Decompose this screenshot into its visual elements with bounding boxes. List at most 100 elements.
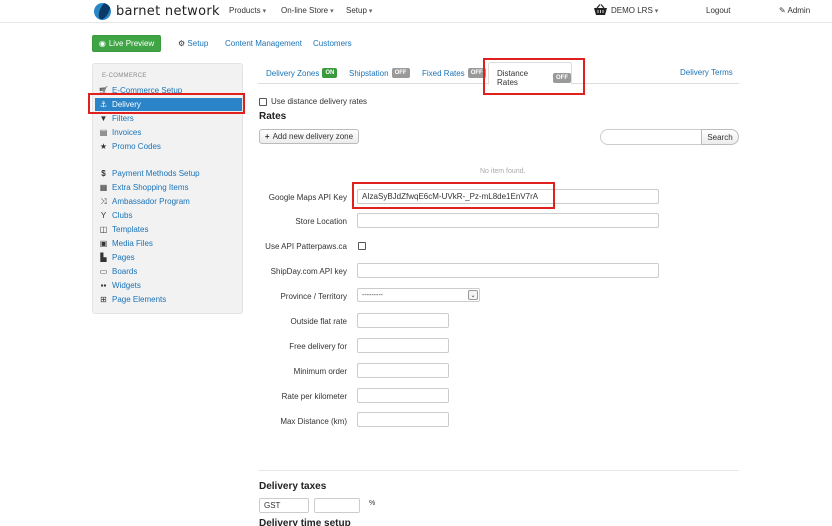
search-input[interactable] xyxy=(600,129,702,145)
sidebar-item-ambassador[interactable]: ⤨ Ambassador Program xyxy=(95,195,242,208)
dollar-icon: $ xyxy=(101,169,106,178)
sidebar-item-label: Promo Codes xyxy=(112,142,161,151)
chevron-down-icon: ⌄ xyxy=(468,290,478,300)
delivery-time-heading: Delivery time setup xyxy=(259,518,351,526)
shipday-api-key-field[interactable] xyxy=(357,263,659,278)
sidebar-item-label: Media Files xyxy=(112,239,153,248)
province-label: Province / Territory xyxy=(280,292,347,301)
tab-label: Delivery Zones xyxy=(266,68,320,78)
sidebar-item-templates[interactable]: ◫ Templates xyxy=(95,223,242,236)
sidebar-item-promo-codes[interactable]: ★ Promo Codes xyxy=(95,140,242,153)
star-icon: ★ xyxy=(99,142,108,151)
minimum-order-field[interactable] xyxy=(357,363,449,378)
sidebar-item-boards[interactable]: ▭ Boards xyxy=(95,265,242,278)
status-badge: ON xyxy=(322,68,338,78)
sidebar-item-label: Invoices xyxy=(112,128,142,137)
use-api-label: Use API Patterpaws.ca xyxy=(265,242,347,251)
sidebar-item-page-elements[interactable]: ⊞ Page Elements xyxy=(95,293,242,306)
outside-flat-rate-field[interactable] xyxy=(357,313,449,328)
sidebar-item-clubs[interactable]: Y Clubs xyxy=(95,209,242,222)
max-distance-label: Max Distance (km) xyxy=(280,417,347,426)
shuffle-icon: ⤨ xyxy=(100,196,107,206)
nav-products[interactable]: Products ▾ xyxy=(229,6,266,15)
store-selector[interactable]: DEMO LRS ▾ xyxy=(611,6,658,15)
nav-products-label: Products xyxy=(229,6,261,15)
rate-per-km-field[interactable] xyxy=(357,388,449,403)
admin-link[interactable]: ✎ Admin xyxy=(779,6,810,15)
rates-heading: Rates xyxy=(259,111,287,122)
empty-state: No item found. xyxy=(480,168,526,175)
divider xyxy=(258,470,739,471)
tax-rate-field[interactable] xyxy=(314,498,360,513)
highlight-distance-rates xyxy=(483,58,585,95)
use-distance-option: Use distance delivery rates xyxy=(259,97,367,106)
sidebar-item-label: Page Elements xyxy=(112,295,167,304)
admin-label: Admin xyxy=(787,6,811,15)
google-key-label: Google Maps API Key xyxy=(268,193,347,202)
tab-delivery-zones[interactable]: Delivery Zones ON xyxy=(266,68,338,78)
sidebar-item-label: Extra Shopping Items xyxy=(112,183,189,192)
sidebar-item-pages[interactable]: ▙ Pages xyxy=(95,251,242,264)
store-location-label: Store Location xyxy=(295,217,347,226)
sidebar-item-payment-methods[interactable]: $ Payment Methods Setup xyxy=(95,167,242,180)
rate-per-km-label: Rate per kilometer xyxy=(281,392,347,401)
tab-fixed-rates[interactable]: Fixed Rates OFF xyxy=(422,68,486,78)
sidebar-item-widgets[interactable]: ▪▪ Widgets xyxy=(95,279,242,292)
add-zone-label: Add new delivery zone xyxy=(272,132,354,141)
max-distance-field[interactable] xyxy=(357,412,449,427)
sidebar-item-label: Clubs xyxy=(112,211,133,220)
chevron-down-icon: ▾ xyxy=(330,8,334,15)
wrench-icon: ✎ xyxy=(779,6,786,15)
eye-icon: ◉ xyxy=(98,39,106,48)
sidebar-item-media-files[interactable]: ▣ Media Files xyxy=(95,237,242,250)
minimum-order-label: Minimum order xyxy=(293,367,347,376)
image-icon: ▣ xyxy=(99,239,108,248)
nav-online-store-label: On-line Store xyxy=(281,6,329,15)
use-api-checkbox[interactable] xyxy=(358,242,366,250)
glass-icon: Y xyxy=(100,211,107,220)
chevron-down-icon: ▾ xyxy=(262,8,267,15)
search-button[interactable]: Search xyxy=(701,129,739,145)
sidebar-item-invoices[interactable]: ▤ Invoices xyxy=(95,126,242,139)
content-management-link[interactable]: Content Management xyxy=(225,39,302,48)
tax-name-field[interactable]: GST xyxy=(259,498,309,513)
sidebar-item-label: Widgets xyxy=(112,281,141,290)
sidebar-item-label: Ambassador Program xyxy=(112,197,190,206)
brand-logo[interactable]: barnet network xyxy=(94,3,220,20)
status-badge: OFF xyxy=(391,68,410,78)
chevron-down-icon: ▾ xyxy=(368,8,373,15)
province-select[interactable]: --------- ⌄ xyxy=(357,288,480,302)
sidebar-item-label: Pages xyxy=(112,253,135,262)
customers-link[interactable]: Customers xyxy=(313,39,352,48)
sidebar-item-extra-shopping[interactable]: ▦ Extra Shopping Items xyxy=(95,181,242,194)
tab-shipstation[interactable]: Shipstation OFF xyxy=(349,68,410,78)
chevron-down-icon: ▾ xyxy=(654,8,659,15)
logout-link[interactable]: Logout xyxy=(706,6,730,15)
live-preview-button[interactable]: ◉ Live Preview xyxy=(92,35,161,52)
brand-name: barnet network xyxy=(116,4,220,19)
basket-icon xyxy=(594,4,607,15)
filter-icon: ▼ xyxy=(99,114,108,123)
grid-icon: ▦ xyxy=(99,183,108,192)
nav-setup[interactable]: Setup ▾ xyxy=(346,6,372,15)
percent-unit: % xyxy=(369,500,376,507)
store-location-field[interactable] xyxy=(357,213,659,228)
shipday-label: ShipDay.com API key xyxy=(270,267,347,276)
file-icon: ▙ xyxy=(100,253,107,262)
plus-icon: + xyxy=(264,132,270,141)
use-distance-checkbox[interactable] xyxy=(259,97,267,106)
use-distance-label: Use distance delivery rates xyxy=(271,97,368,106)
tab-delivery-terms[interactable]: Delivery Terms xyxy=(680,68,733,77)
gear-icon: ⚙ xyxy=(178,39,186,48)
nav-online-store[interactable]: On-line Store ▾ xyxy=(281,6,334,15)
logo-icon xyxy=(94,3,111,20)
sidebar-item-label: Templates xyxy=(112,225,149,234)
add-delivery-zone-button[interactable]: + Add new delivery zone xyxy=(259,129,359,144)
province-value: --------- xyxy=(362,291,383,299)
setup-link[interactable]: ⚙ Setup xyxy=(178,39,208,48)
sidebar-heading: E-COMMERCE xyxy=(102,73,147,79)
sidebar-item-label: Boards xyxy=(112,267,138,276)
free-delivery-field[interactable] xyxy=(357,338,449,353)
highlight-api-key xyxy=(352,182,555,209)
tab-label: Fixed Rates xyxy=(422,68,465,78)
